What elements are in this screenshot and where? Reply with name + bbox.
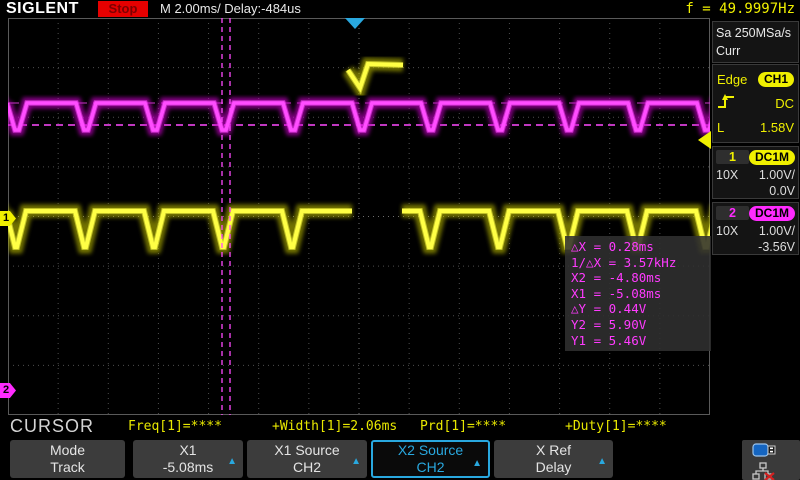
lan-disconnected-icon: [752, 468, 776, 480]
trigger-source-badge: CH1: [758, 72, 794, 87]
acquisition-info-box[interactable]: Sa 250MSa/s Curr 7.00Mpts: [712, 21, 799, 63]
softkey-x-ref[interactable]: X Ref Delay ▲: [494, 440, 613, 478]
top-bar: SIGLENT Stop M 2.00ms/ Delay:-484us f = …: [0, 0, 800, 19]
channel1-scale: 1.00V/: [738, 167, 795, 183]
brand-logo: SIGLENT: [6, 0, 79, 18]
trigger-type-label: Edge: [717, 72, 747, 87]
channel1-number: 1: [716, 150, 749, 164]
cursor-delta-x: △X = 0.28ms: [571, 239, 705, 255]
cursor-inv-delta-x: 1/△X = 3.57kHz: [571, 255, 705, 271]
softkey-mode[interactable]: Mode Track: [10, 440, 125, 478]
channel1-info-box[interactable]: 1 DC1M 10X 1.00V/ 0.0V: [712, 146, 799, 199]
channel2-coupling-badge: DC1M: [749, 206, 795, 221]
cursor-delta-y: △Y = 0.44V: [571, 301, 705, 317]
channel2-info-box[interactable]: 2 DC1M 10X 1.00V/ -3.56V: [712, 202, 799, 255]
status-row: CURSOR Freq[1]=**** +Width[1]=2.06ms Prd…: [0, 415, 800, 438]
acquisition-status-badge[interactable]: Stop: [98, 1, 148, 17]
up-arrow-icon: ▲: [227, 453, 237, 470]
softkey-menu: Mode Track X1 -5.08ms ▲ X1 Source CH2 ▲ …: [0, 438, 800, 480]
channel2-scale: 1.00V/: [738, 223, 795, 239]
channel2-probe: 10X: [716, 223, 738, 239]
measurement-pwidth: +Width[1]=2.06ms: [272, 419, 397, 434]
softkey-x1-source[interactable]: X1 Source CH2 ▲: [247, 440, 367, 478]
frequency-counter: f = 49.9997Hz: [685, 1, 795, 17]
trigger-level-marker[interactable]: [698, 131, 711, 149]
cursor-x1: X1 = -5.08ms: [571, 286, 705, 302]
cursor-x2: X2 = -4.80ms: [571, 270, 705, 286]
channel1-offset: 0.0V: [716, 183, 795, 199]
trigger-level-label: L: [717, 120, 724, 135]
rising-edge-icon: [717, 93, 737, 114]
trigger-coupling: DC: [775, 96, 794, 111]
channel2-offset: -3.56V: [716, 239, 795, 255]
channel1-coupling-badge: DC1M: [749, 150, 795, 165]
waveform-graticule[interactable]: [8, 18, 710, 415]
up-arrow-icon: ▲: [597, 453, 607, 470]
trigger-info-box[interactable]: Edge CH1 DC L 1.58V: [712, 64, 799, 143]
softkey-x1[interactable]: X1 -5.08ms ▲: [133, 440, 243, 478]
cursor-y1: Y1 = 5.46V: [571, 333, 705, 349]
sample-rate: Sa 250MSa/s: [716, 24, 795, 42]
channel2-number: 2: [716, 206, 749, 220]
measurement-period: Prd[1]=****: [420, 419, 506, 434]
usb-icon: [752, 444, 776, 461]
cursor-readout-panel: △X = 0.28ms 1/△X = 3.57kHz X2 = -4.80ms …: [565, 236, 711, 351]
up-arrow-icon: ▲: [472, 455, 482, 472]
softkey-x2-source[interactable]: X2 Source CH2 ▲: [371, 440, 490, 478]
connectivity-status-box: [742, 440, 800, 480]
cursor-y2: Y2 = 5.90V: [571, 317, 705, 333]
measurement-freq: Freq[1]=****: [128, 419, 222, 434]
oscilloscope-screen: SIGLENT Stop M 2.00ms/ Delay:-484us f = …: [0, 0, 800, 480]
timebase-readout[interactable]: M 2.00ms/ Delay:-484us: [160, 1, 301, 16]
channel1-probe: 10X: [716, 167, 738, 183]
trigger-level-value: 1.58V: [760, 120, 794, 135]
measurement-duty: +Duty[1]=****: [565, 419, 667, 434]
active-menu-title: CURSOR: [10, 416, 94, 437]
up-arrow-icon: ▲: [351, 453, 361, 470]
